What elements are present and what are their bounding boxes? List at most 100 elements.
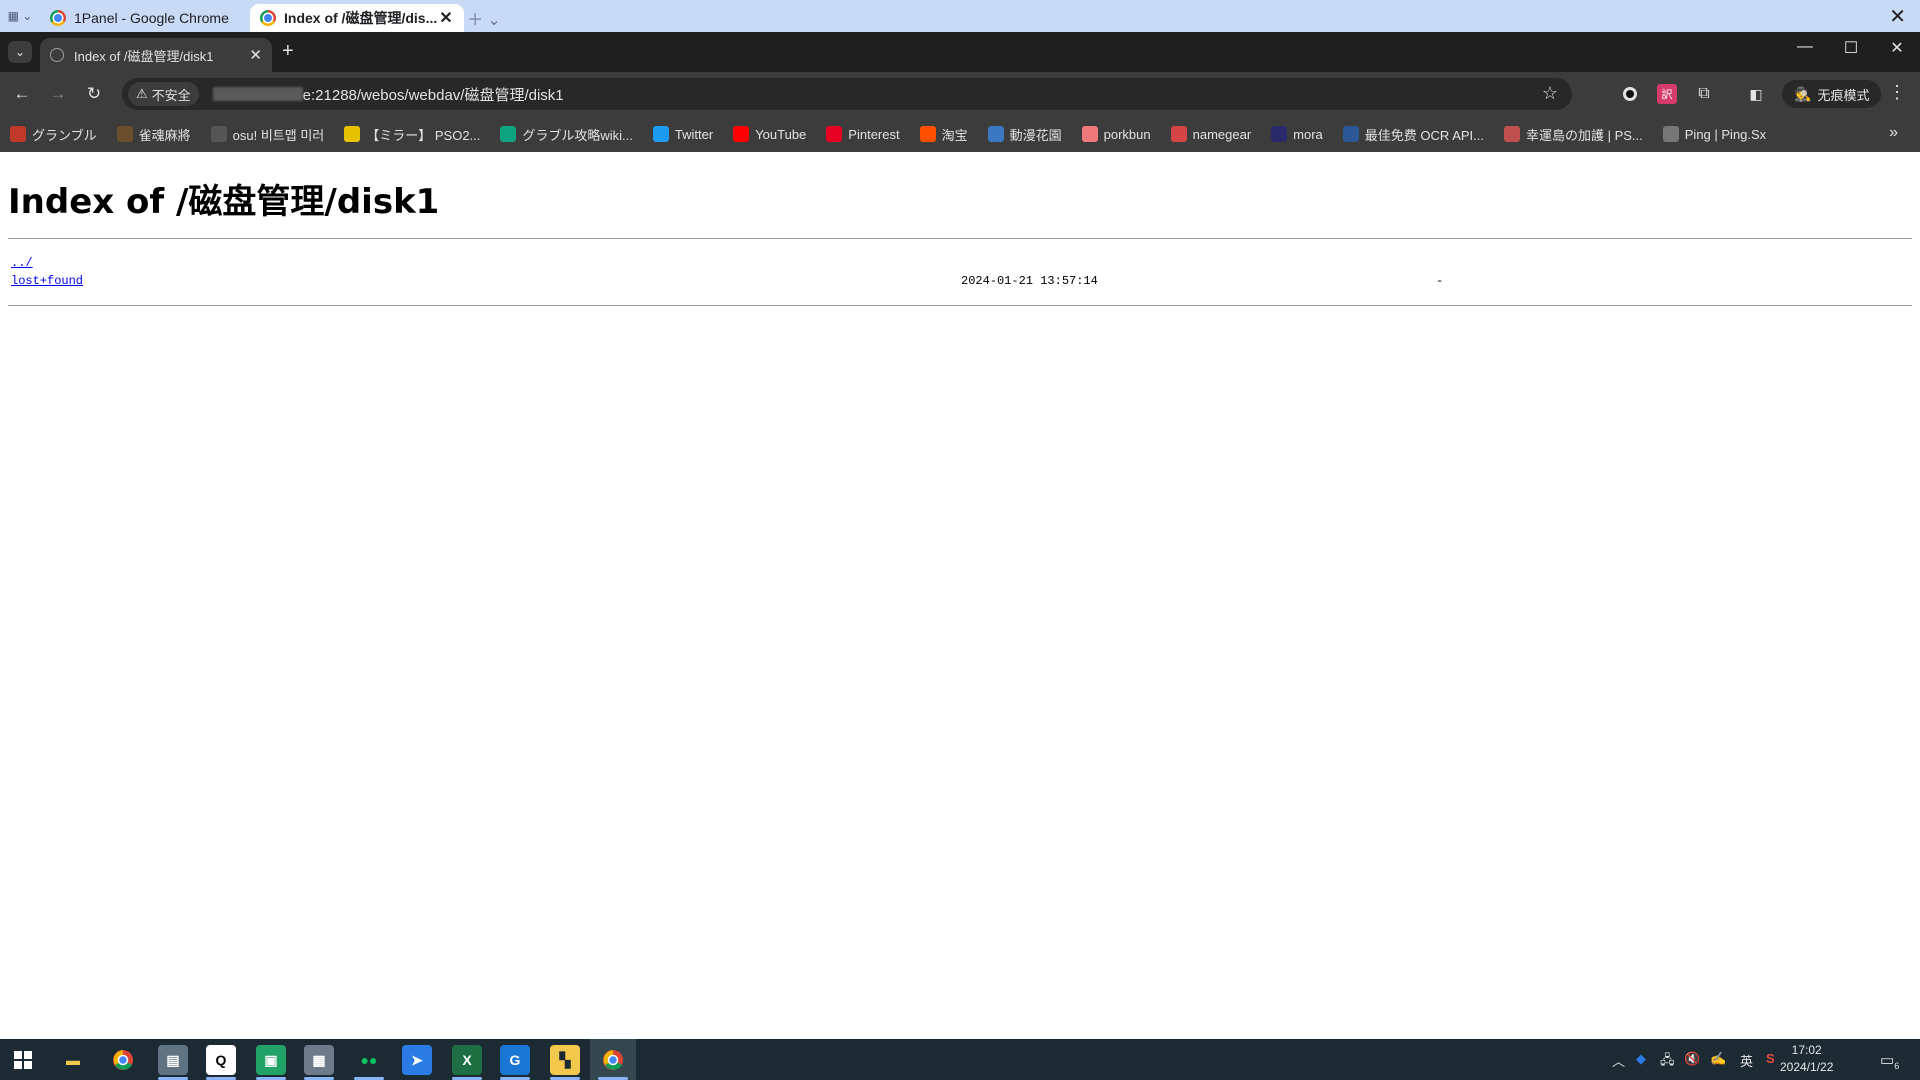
workspace-menu-icon[interactable]: ▦ ⌄: [0, 0, 40, 32]
divider-top: [8, 238, 1912, 239]
chrome-icon[interactable]: [108, 1045, 138, 1075]
tray-overflow-icon[interactable]: ︿: [1612, 1051, 1625, 1070]
host-tab-1panel[interactable]: 1Panel - Google Chrome: [40, 4, 250, 32]
bookmark-star-icon[interactable]: ☆: [1542, 83, 1558, 104]
tab-index[interactable]: Index of /磁盘管理/disk1 ✕: [40, 38, 272, 72]
bookmark-item[interactable]: 雀魂麻將: [116, 125, 191, 144]
bookmarks-bar: グランブル 雀魂麻將 osu! 비트맵 미러 【ミラー】 PSO2... グラブル攻略w…: [0, 116, 1920, 152]
reload-icon[interactable]: ↻: [82, 82, 106, 106]
host-tab-title: 1Panel - Google Chrome: [74, 10, 229, 26]
network-icon[interactable]: 🖧: [1660, 1051, 1675, 1073]
bookmark-item[interactable]: 淘宝: [919, 125, 968, 144]
bookmark-item[interactable]: namegear: [1170, 126, 1251, 142]
qq-icon[interactable]: Q: [206, 1045, 236, 1075]
bookmark-item[interactable]: 最佳免费 OCR API...: [1342, 125, 1484, 144]
entry-link[interactable]: lost+found: [11, 274, 83, 288]
dmhy-icon: [987, 126, 1004, 142]
pso2-icon: [344, 126, 361, 142]
address-bar[interactable]: ⚠ 不安全 e:21288/webos/webdav/磁盘管理/disk1 ☆: [122, 78, 1572, 110]
close-window-icon[interactable]: ✕: [1889, 4, 1906, 29]
close-tab-icon[interactable]: ✕: [438, 8, 454, 28]
bookmark-item[interactable]: グラブル攻略wiki...: [500, 125, 633, 144]
bookmark-item[interactable]: YouTube: [733, 126, 806, 142]
bookmark-item[interactable]: Twitter: [652, 126, 714, 142]
sticky-notes-icon[interactable]: ▚: [550, 1045, 580, 1075]
more-menu-icon[interactable]: ⋮: [1888, 82, 1906, 103]
bookmark-label: 雀魂麻將: [138, 127, 191, 143]
bookmark-item[interactable]: Pinterest: [826, 126, 900, 142]
side-panel-icon[interactable]: ◧: [1746, 84, 1766, 104]
new-tab-button[interactable]: ＋ ⌄: [464, 4, 504, 32]
start-icon[interactable]: [8, 1045, 38, 1075]
chrome-active-icon[interactable]: [598, 1045, 628, 1075]
parent-dir-link[interactable]: ../: [11, 256, 33, 270]
list-item-parent[interactable]: ../: [11, 256, 33, 270]
incognito-badge[interactable]: 🕵 无痕模式: [1782, 80, 1882, 108]
extensions-puzzle-icon[interactable]: ⧉: [1694, 84, 1714, 104]
host-tab-index[interactable]: Index of /磁盘管理/dis... ✕: [250, 4, 464, 32]
remote-desktop-icon[interactable]: ▤: [158, 1045, 188, 1075]
excel-icon[interactable]: X: [452, 1045, 482, 1075]
browser-tab-strip: ⌄ Index of /磁盘管理/disk1 ✕ + — ☐ ✕: [0, 32, 1920, 72]
tray-app-icon[interactable]: ◆: [1636, 1051, 1646, 1067]
bookmarks-overflow-icon[interactable]: »: [1889, 124, 1898, 142]
back-icon[interactable]: ←: [10, 82, 34, 106]
youtube-icon: [733, 126, 750, 142]
entry-size: -: [1436, 274, 1444, 288]
url-text[interactable]: e:21288/webos/webdav/磁盘管理/disk1: [303, 84, 564, 105]
notification-icon[interactable]: ▭6: [1880, 1051, 1899, 1071]
chrome-icon: [50, 10, 66, 26]
terminal-icon[interactable]: ▣: [256, 1045, 286, 1075]
sogou-ime-icon[interactable]: S: [1766, 1051, 1775, 1066]
calculator-icon[interactable]: ▦: [304, 1045, 334, 1075]
warning-icon: ⚠: [136, 86, 148, 101]
bookmark-item[interactable]: 動漫花園: [987, 125, 1062, 144]
bookmark-item[interactable]: 幸運島の加護 | PS...: [1503, 125, 1643, 144]
mora-icon: [1271, 126, 1288, 142]
incognito-icon: 🕵: [1794, 85, 1812, 102]
security-chip[interactable]: ⚠ 不安全: [128, 82, 199, 106]
host-tab-title: Index of /磁盘管理/dis...: [284, 10, 438, 26]
feishu-icon[interactable]: ➤: [402, 1045, 432, 1075]
bookmark-label: YouTube: [755, 126, 807, 142]
ime-indicator[interactable]: 英: [1740, 1051, 1753, 1070]
bookmark-item[interactable]: 【ミラー】 PSO2...: [344, 125, 480, 144]
wechat-icon[interactable]: ●●: [354, 1045, 384, 1075]
host-tab-strip: ▦ ⌄ 1Panel - Google Chrome Index of /磁盘管…: [0, 0, 1920, 32]
translate-extension-icon[interactable]: 訳: [1657, 84, 1677, 104]
new-tab-icon[interactable]: +: [282, 40, 294, 63]
forward-icon[interactable]: →: [46, 82, 70, 106]
bookmark-item[interactable]: porkbun: [1081, 126, 1151, 142]
file-explorer-icon[interactable]: ▬: [58, 1045, 88, 1075]
page-content: Index of /磁盘管理/disk1 ../ lost+found 2024…: [0, 152, 1920, 1039]
twitter-icon: [652, 126, 669, 142]
bookmark-label: mora: [1293, 126, 1323, 142]
minimize-icon[interactable]: —: [1782, 38, 1828, 56]
bookmark-item[interactable]: Ping | Ping.Sx: [1662, 126, 1767, 142]
maximize-icon[interactable]: ☐: [1828, 38, 1874, 58]
bookmark-item[interactable]: osu! 비트맵 미러: [210, 125, 324, 144]
bookmark-label: グラブル攻略wiki...: [522, 127, 633, 143]
bookmark-item[interactable]: グランブル: [10, 125, 97, 144]
bookmark-label: Twitter: [674, 126, 714, 142]
extension-circle-icon[interactable]: [1620, 84, 1640, 104]
clock[interactable]: 17:02 2024/1/22: [1780, 1042, 1833, 1076]
tab-search-icon[interactable]: ⌄: [8, 41, 32, 63]
list-item-lost-found: lost+found: [11, 274, 83, 288]
chrome-icon: [260, 10, 276, 26]
pen-icon[interactable]: ✍: [1710, 1051, 1726, 1067]
bookmark-item[interactable]: mora: [1271, 126, 1323, 142]
close-tab-icon[interactable]: ✕: [249, 46, 262, 64]
bookmark-label: 淘宝: [941, 127, 968, 143]
bookmark-label: 動漫花園: [1009, 127, 1062, 143]
tab-title: Index of /磁盘管理/disk1: [74, 48, 214, 64]
taobao-icon: [919, 126, 936, 142]
sync-icon[interactable]: G: [500, 1045, 530, 1075]
bookmark-label: porkbun: [1103, 126, 1151, 142]
browser-toolbar: ← → ↻ ⚠ 不安全 e:21288/webos/webdav/磁盘管理/di…: [0, 72, 1920, 116]
redacted-host: [212, 87, 303, 101]
bookmark-label: Ping | Ping.Sx: [1684, 126, 1767, 142]
volume-muted-icon[interactable]: 🔇: [1684, 1051, 1700, 1067]
close-window-icon[interactable]: ✕: [1874, 38, 1920, 58]
bookmark-label: 幸運島の加護 | PS...: [1525, 127, 1643, 143]
